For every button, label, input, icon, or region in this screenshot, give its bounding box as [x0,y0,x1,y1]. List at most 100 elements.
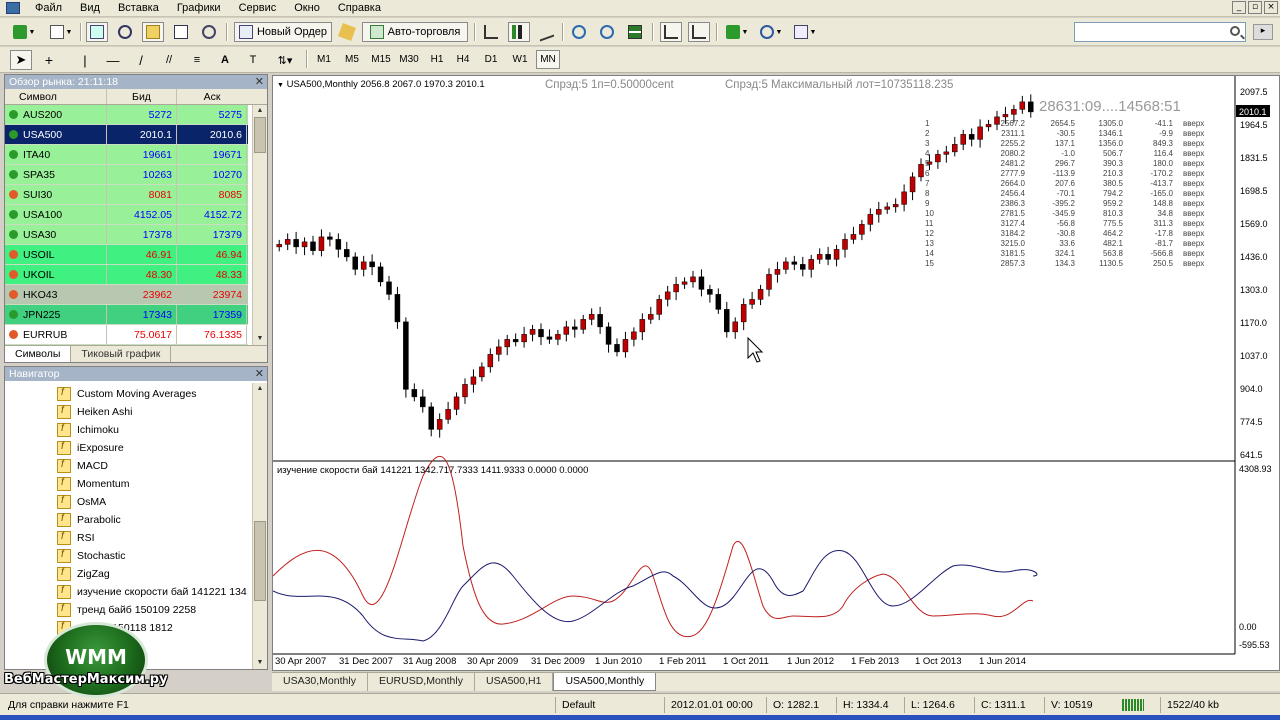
tester-toggle[interactable] [198,22,220,42]
table-row[interactable]: JPN225 17343 17359 [5,305,248,325]
scroll-down-icon[interactable]: ▼ [253,333,267,345]
navigator-toggle[interactable] [142,22,164,42]
fibonacci-tool[interactable]: ≡ [186,50,208,70]
channel-tool[interactable]: // [158,50,180,70]
zoom-in-button[interactable] [568,22,590,42]
search-options-button[interactable]: ▸ [1253,24,1273,40]
navigator-item[interactable]: MACD [57,457,108,475]
indicators-button[interactable]: ▼ [722,22,752,42]
table-row[interactable]: UKOIL 48.30 48.33 [5,265,248,285]
cursor-tool[interactable]: ➤ [10,50,32,70]
navigator-item[interactable]: Ichimoku [57,421,119,439]
table-row[interactable]: ITA40 19661 19671 [5,145,248,165]
chart-shift-button[interactable] [660,22,682,42]
zoom-out-button[interactable] [596,22,618,42]
price-chart-canvas[interactable]: 1 2567.2 2654.5 1305.0 -41.1 вверх 2 2311.1 -30.… [273,76,1279,670]
table-row[interactable]: USA30 17378 17379 [5,225,248,245]
label-tool[interactable]: T [242,50,264,70]
bar-chart-button[interactable] [480,22,502,42]
table-row[interactable]: SUI30 8081 8085 [5,185,248,205]
auto-scroll-button[interactable] [688,22,710,42]
table-row[interactable]: USA500 2010.1 2010.6 [5,125,248,145]
scroll-thumb[interactable] [254,521,266,601]
chart-tab-usa500-monthly[interactable]: USA500,Monthly [553,673,657,691]
auto-trading-button[interactable]: Авто-торговля [362,22,468,42]
status-traffic[interactable]: 1522/40 kb [1160,697,1219,713]
horizontal-line-tool[interactable]: — [102,50,124,70]
timeframe-m5[interactable]: M5 [340,50,364,69]
crosshair-tool[interactable]: + [38,50,60,70]
chart-tab-eurusd-monthly[interactable]: EURUSD,Monthly [368,673,475,691]
timeframe-m15[interactable]: M15 [368,50,394,69]
timeframe-d1[interactable]: D1 [480,50,502,69]
metaeditor-button[interactable] [336,22,358,42]
table-row[interactable]: HKO43 23962 23974 [5,285,248,305]
restore-button[interactable]: ▫ [1248,1,1262,14]
menu-help[interactable]: Справка [329,0,390,16]
tab-symbols[interactable]: Символы [5,346,72,362]
vertical-line-tool[interactable]: | [74,50,96,70]
navigator-item[interactable]: Momentum [57,475,130,493]
new-chart-button[interactable]: ▼ [6,22,42,42]
navigator-scrollbar[interactable]: ▲ ▼ [252,383,267,669]
navigator-item[interactable]: тренд байб 150109 2258 [57,601,196,619]
menu-tools[interactable]: Сервис [230,0,286,16]
navigator-item[interactable]: ZigZag [57,565,110,583]
table-row[interactable]: AUS200 5272 5275 [5,105,248,125]
column-ask[interactable]: Аск [177,89,247,104]
menu-charts[interactable]: Графики [168,0,230,16]
scroll-down-icon[interactable]: ▼ [253,657,267,669]
close-icon[interactable]: ✕ [255,75,264,89]
data-window-toggle[interactable] [114,22,136,42]
timeframe-mn[interactable]: MN [536,50,560,69]
line-chart-button[interactable] [536,22,558,42]
arrows-tool[interactable]: ⇅▾ [270,50,300,70]
navigator-item[interactable]: Heiken Ashi [57,403,132,421]
chart-tab-usa30-monthly[interactable]: USA30,Monthly [272,673,368,691]
candlestick-button[interactable] [508,22,530,42]
navigator-item[interactable]: изучение скорости бай 141221 134 [57,583,247,601]
menu-file[interactable]: Файл [26,0,71,16]
table-row[interactable]: SPA35 10263 10270 [5,165,248,185]
navigator-item[interactable]: Stochastic [57,547,125,565]
search-icon[interactable] [1230,26,1240,36]
timeframe-m30[interactable]: M30 [396,50,422,69]
trendline-tool[interactable]: / [130,50,152,70]
column-symbol[interactable]: Символ [5,89,107,104]
new-order-button[interactable]: Новый Ордер [234,22,332,42]
templates-button[interactable]: ▼ [790,22,820,42]
scroll-thumb[interactable] [254,117,266,153]
chart-tab-usa500-h1[interactable]: USA500,H1 [475,673,554,691]
chart-window[interactable]: 1 2567.2 2654.5 1305.0 -41.1 вверх 2 2311.1 -30.… [272,75,1280,671]
table-row[interactable]: EURRUB 75.0617 76.1335 [5,325,248,345]
tab-tick-chart[interactable]: Тиковый график [71,346,172,362]
status-profile[interactable]: Default [555,697,595,713]
periods-button[interactable]: ▼ [756,22,786,42]
table-row[interactable]: USA100 4152.05 4152.72 [5,205,248,225]
close-icon[interactable]: ✕ [255,367,264,381]
navigator-item[interactable]: Parabolic [57,511,121,529]
menu-insert[interactable]: Вставка [109,0,168,16]
market-watch-toggle[interactable] [86,22,108,42]
terminal-toggle[interactable] [170,22,192,42]
navigator-item[interactable]: iExposure [57,439,124,457]
market-watch-scrollbar[interactable]: ▲ ▼ [252,105,267,345]
timeframe-h1[interactable]: H1 [426,50,448,69]
timeframe-w1[interactable]: W1 [508,50,532,69]
search-input[interactable] [1074,22,1246,42]
navigator-item[interactable]: Custom Moving Averages [57,385,196,403]
tile-windows-button[interactable] [624,22,646,42]
table-row[interactable]: USOIL 46.91 46.94 [5,245,248,265]
close-button[interactable]: × [1264,1,1278,14]
text-tool[interactable]: A [214,50,236,70]
profiles-button[interactable]: ▼ [46,22,76,42]
chart-dropdown-icon[interactable]: ▼ [277,82,284,89]
scroll-up-icon[interactable]: ▲ [253,105,267,117]
menu-window[interactable]: Окно [285,0,329,16]
menu-view[interactable]: Вид [71,0,109,16]
scroll-up-icon[interactable]: ▲ [253,383,267,395]
navigator-item[interactable]: RSI [57,529,95,547]
column-bid[interactable]: Бид [107,89,177,104]
timeframe-h4[interactable]: H4 [452,50,474,69]
minimize-button[interactable]: _ [1232,1,1246,14]
